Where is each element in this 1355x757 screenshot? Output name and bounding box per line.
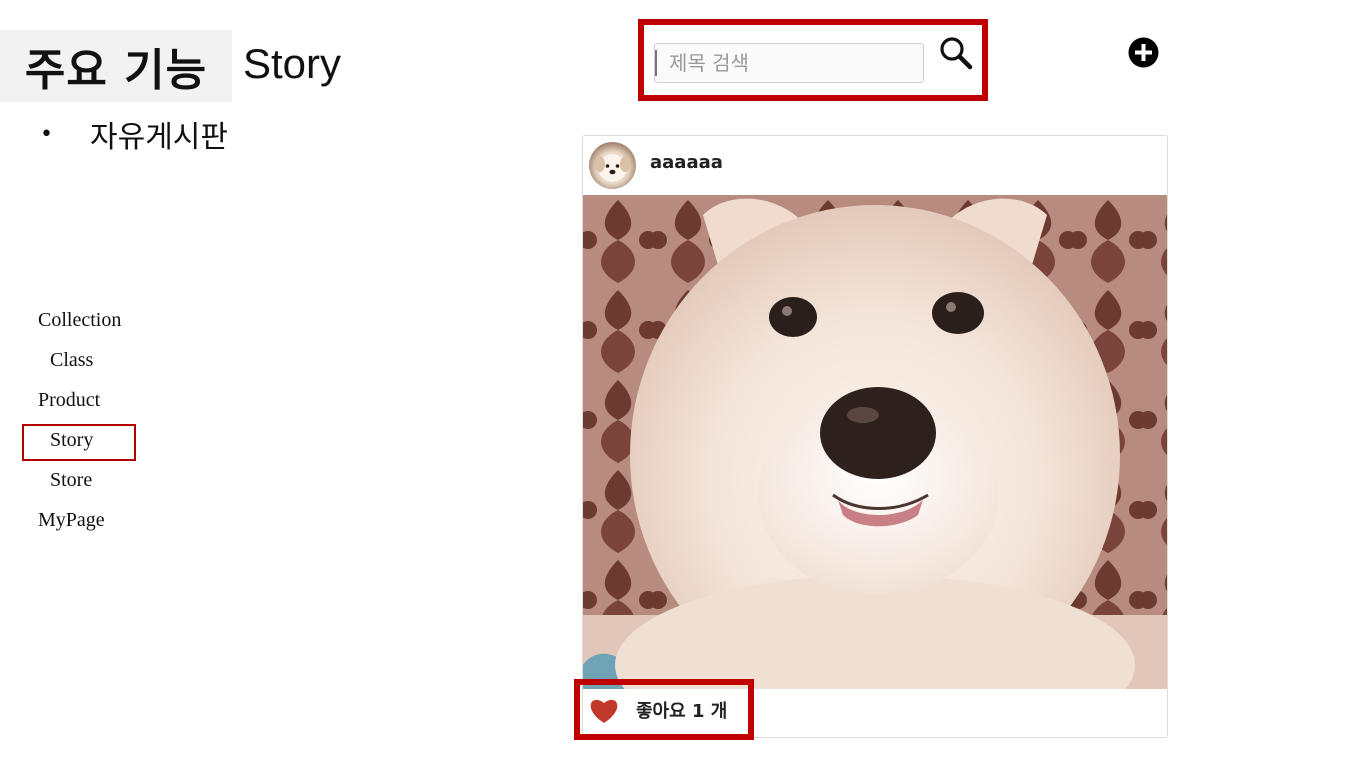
text-caret — [655, 50, 657, 76]
plus-circle-icon[interactable] — [1128, 37, 1159, 68]
post-username[interactable]: aaaaaa — [650, 152, 723, 173]
nav-item-story[interactable]: Story — [50, 429, 93, 452]
nav-item-store[interactable]: Store — [50, 469, 92, 492]
nav-item-class[interactable]: Class — [50, 349, 93, 372]
nav-item-product[interactable]: Product — [38, 389, 100, 412]
slide-title: 주요 기능 — [0, 30, 232, 102]
avatar[interactable] — [589, 142, 636, 189]
like-count: 좋아요 1 개 — [636, 701, 728, 722]
bullet-text: 자유게시판 — [90, 120, 228, 155]
slide-subtitle: Story — [243, 40, 342, 87]
post-photo — [583, 195, 1167, 689]
bullet-dot-icon: • — [40, 121, 53, 147]
bullet-item: • 자유게시판 — [40, 112, 228, 156]
search-input[interactable] — [654, 43, 924, 83]
nav-item-collection[interactable]: Collection — [38, 309, 121, 332]
nav-item-mypage[interactable]: MyPage — [38, 509, 105, 532]
heart-icon[interactable] — [588, 695, 620, 725]
post-card: aaaaaa — [582, 135, 1168, 738]
search-icon[interactable] — [938, 35, 974, 71]
